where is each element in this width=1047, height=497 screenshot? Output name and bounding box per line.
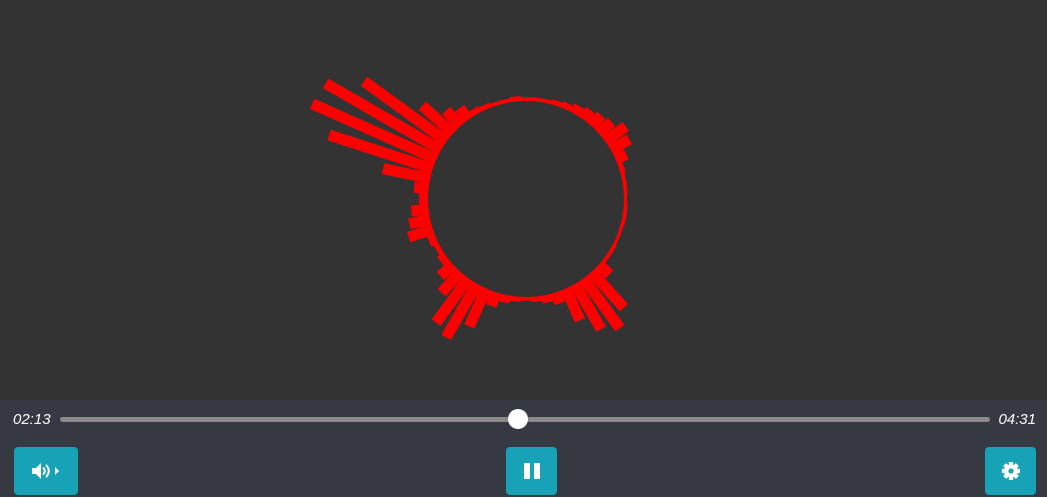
visualizer-ring bbox=[426, 99, 626, 299]
audio-visualizer bbox=[0, 0, 1047, 400]
seek-thumb[interactable] bbox=[507, 409, 528, 429]
pause-button[interactable] bbox=[506, 447, 557, 495]
spectrum-bar bbox=[413, 181, 429, 195]
pause-icon bbox=[523, 463, 540, 479]
spectrum-bar bbox=[410, 203, 429, 217]
caret-right-icon bbox=[55, 467, 59, 475]
spectrum-bar bbox=[625, 193, 627, 205]
audio-player: 02:13 04:31 bbox=[0, 0, 1047, 497]
settings-button[interactable] bbox=[985, 447, 1036, 495]
gear-icon bbox=[1001, 462, 1020, 480]
circular-spectrum bbox=[309, 76, 633, 341]
current-time: 02:13 bbox=[13, 411, 51, 428]
player-controls: 02:13 04:31 bbox=[0, 400, 1047, 497]
spectrum-bar bbox=[520, 97, 532, 100]
volume-button[interactable] bbox=[14, 447, 78, 495]
volume-up-icon bbox=[32, 463, 59, 479]
spectrum-bar bbox=[418, 193, 428, 205]
total-time: 04:31 bbox=[998, 411, 1036, 428]
spectrum-bar bbox=[520, 298, 532, 301]
